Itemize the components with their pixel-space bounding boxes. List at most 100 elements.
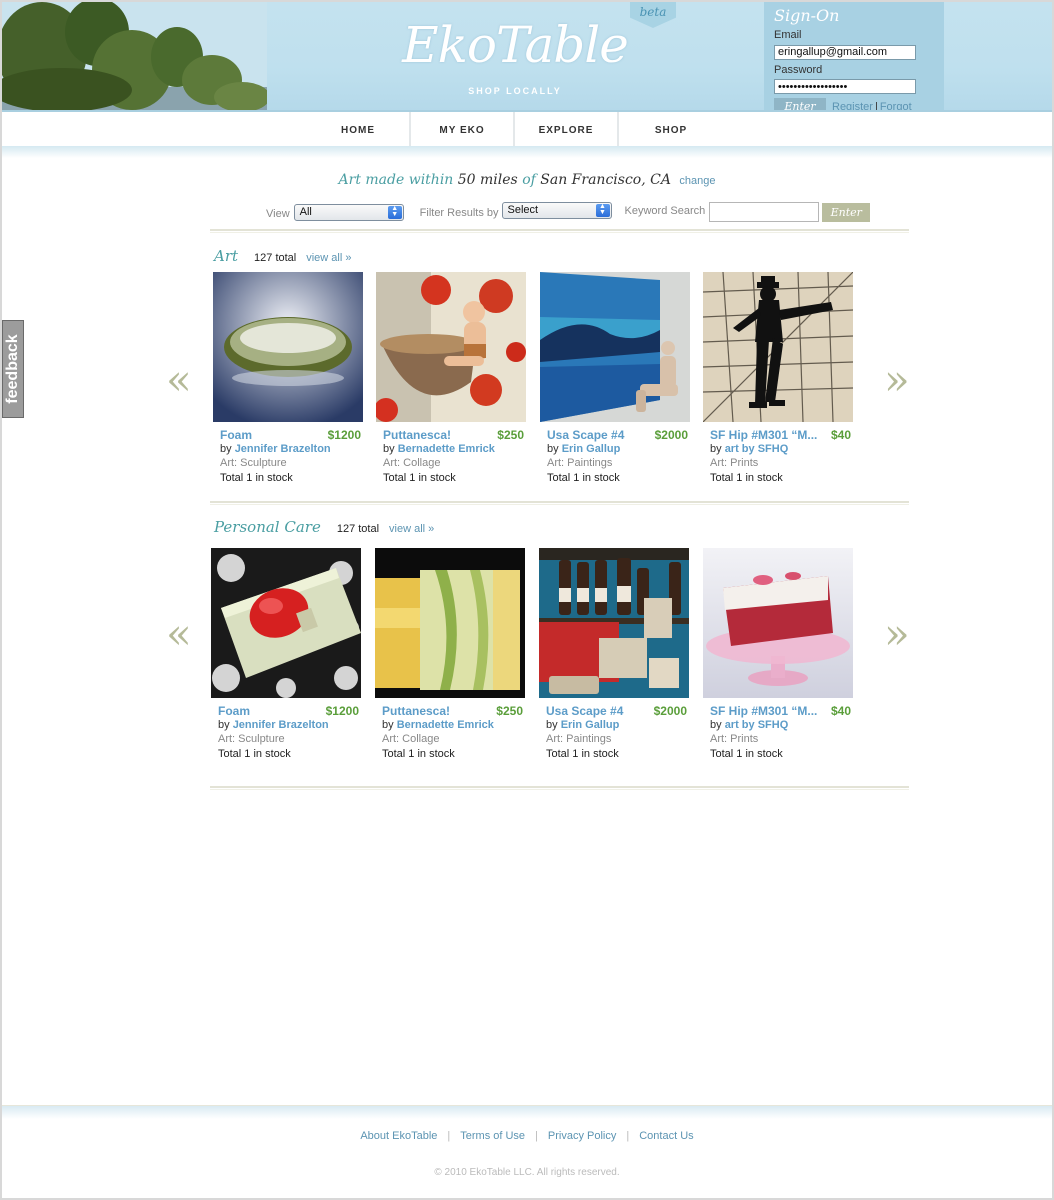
section-divider [210, 501, 909, 505]
art-section-total: 127 total [254, 252, 297, 264]
product-price: $250 [496, 704, 523, 718]
signon-actions: Enter Register | Forgot [774, 98, 934, 111]
artist-link[interactable]: Jennifer Brazelton [233, 719, 329, 731]
select-arrows-icon: ▲ ▼ [595, 203, 610, 217]
register-link[interactable]: Register [832, 101, 873, 111]
product-price: $2000 [653, 704, 687, 718]
product-card[interactable]: Usa Scape #4 $2000 by Erin Gallup Art: P… [539, 548, 691, 760]
product-thumbnail[interactable] [211, 548, 361, 698]
nav-shadow [2, 146, 1052, 158]
artist-link[interactable]: Erin Gallup [562, 443, 621, 455]
view-select-value: All [299, 205, 312, 218]
location-of: of [522, 172, 536, 188]
art-next-arrow[interactable]: » [884, 359, 910, 401]
product-thumbnail[interactable] [375, 548, 525, 698]
personal-care-next-arrow[interactable]: » [884, 613, 910, 655]
product-title[interactable]: Puttanesca! [383, 428, 451, 442]
view-label: View [266, 208, 290, 220]
personal-care-prev-arrow[interactable]: « [166, 613, 192, 655]
art-view-all-link[interactable]: view all » [306, 252, 351, 264]
product-card[interactable]: SF Hip #M301 “M... $40 by art by SFHQ Ar… [703, 272, 855, 484]
email-input[interactable] [774, 44, 916, 60]
footer-contact-link[interactable]: Contact Us [629, 1130, 703, 1142]
product-card[interactable]: Puttanesca! $250 by Bernadette Emrick Ar… [375, 548, 527, 760]
product-card[interactable]: Puttanesca! $250 by Bernadette Emrick Ar… [376, 272, 528, 484]
artist-link[interactable]: Jennifer Brazelton [235, 443, 331, 455]
nav-my-eko[interactable]: MY EKO [411, 112, 515, 146]
product-category: Art: Sculpture [218, 733, 285, 745]
password-input[interactable] [774, 79, 916, 94]
product-stock: Total 1 in stock [383, 472, 456, 484]
nav-explore[interactable]: EXPLORE [515, 112, 619, 146]
product-title[interactable]: Usa Scape #4 [547, 428, 624, 442]
art-prev-arrow[interactable]: « [166, 359, 192, 401]
product-thumbnail[interactable] [703, 272, 853, 422]
signon-enter-button[interactable]: Enter [774, 98, 826, 110]
product-category: Art: Collage [383, 457, 441, 469]
nav-home[interactable]: HOME [307, 112, 411, 146]
nav-shop[interactable]: SHOP [619, 112, 723, 146]
product-card[interactable]: Usa Scape #4 $2000 by Erin Gallup Art: P… [540, 272, 692, 484]
product-card[interactable]: Foam $1200 by Jennifer Brazelton Art: Sc… [213, 272, 365, 484]
product-category: Art: Prints [710, 457, 759, 469]
footer-privacy-link[interactable]: Privacy Policy [538, 1130, 626, 1142]
footer-terms-link[interactable]: Terms of Use [450, 1130, 535, 1142]
footer-about-link[interactable]: About EkoTable [350, 1130, 447, 1142]
location-city: San Francisco, CA [540, 172, 671, 188]
product-thumbnail[interactable] [539, 548, 689, 698]
logo-text: EkoTable [402, 16, 629, 74]
forgot-link[interactable]: Forgot [880, 101, 912, 111]
section-divider [210, 229, 909, 233]
product-thumbnail[interactable] [376, 272, 526, 422]
location-heading: Art made within 50 miles of San Francisc… [2, 172, 1052, 188]
product-card[interactable]: Foam $1200 by Jennifer Brazelton Art: Sc… [211, 548, 363, 760]
product-category: Art: Prints [710, 733, 759, 745]
art-section-header: Art 127 total view all » [214, 247, 351, 265]
personal-care-view-all-link[interactable]: view all » [389, 523, 434, 535]
product-category: Art: Paintings [546, 733, 612, 745]
select-arrows-icon: ▲ ▼ [387, 205, 402, 219]
product-title[interactable]: Puttanesca! [382, 704, 450, 718]
by-label: by [383, 443, 395, 455]
product-stock: Total 1 in stock [710, 472, 783, 484]
product-stock: Total 1 in stock [547, 472, 620, 484]
feedback-tab[interactable]: feedback [2, 320, 24, 418]
product-title[interactable]: Foam [220, 428, 252, 442]
product-category: Art: Paintings [547, 457, 613, 469]
header-trees-image [2, 2, 267, 110]
keyword-enter-button[interactable]: Enter [822, 202, 871, 222]
filter-select[interactable]: Select ▲ ▼ [501, 201, 612, 219]
product-price: $1200 [327, 428, 361, 442]
product-thumbnail[interactable] [540, 272, 690, 422]
ekotable-logo[interactable]: EkoTable SHOP LOCALLY [390, 10, 640, 106]
artist-link[interactable]: Bernadette Emrick [398, 443, 495, 455]
by-label: by [547, 443, 559, 455]
by-label: by [710, 719, 722, 731]
change-location-link[interactable]: change [679, 175, 715, 187]
product-title[interactable]: Usa Scape #4 [546, 704, 623, 718]
artist-link[interactable]: Erin Gallup [561, 719, 620, 731]
location-prefix: Art made within [338, 172, 454, 188]
artist-link[interactable]: art by SFHQ [725, 443, 789, 455]
personal-care-section-title[interactable]: Personal Care [214, 518, 321, 536]
art-section-title[interactable]: Art [214, 247, 238, 265]
product-price: $1200 [325, 704, 359, 718]
product-title[interactable]: SF Hip #M301 “M... [710, 704, 817, 718]
view-select[interactable]: All ▲ ▼ [293, 203, 404, 221]
location-distance: 50 miles [457, 172, 518, 188]
product-title[interactable]: Foam [218, 704, 250, 718]
by-label: by [546, 719, 558, 731]
product-card[interactable]: SF Hip #M301 “M... $40 by art by SFHQ Ar… [703, 548, 855, 760]
keyword-search-input[interactable] [709, 202, 820, 222]
footer-links: About EkoTable | Terms of Use | Privacy Poli… [2, 1130, 1052, 1142]
by-label: by [710, 443, 722, 455]
product-title[interactable]: SF Hip #M301 “M... [710, 428, 817, 442]
personal-care-section-total: 127 total [336, 523, 380, 535]
product-thumbnail[interactable] [213, 272, 363, 422]
artist-link[interactable]: Bernadette Emrick [397, 719, 494, 731]
product-thumbnail[interactable] [703, 548, 853, 698]
artist-link[interactable]: art by SFHQ [725, 719, 789, 731]
product-stock: Total 1 in stock [220, 472, 293, 484]
product-price: $40 [830, 704, 851, 718]
site-header: EkoTable SHOP LOCALLY beta Sign-On Email… [2, 2, 1052, 112]
